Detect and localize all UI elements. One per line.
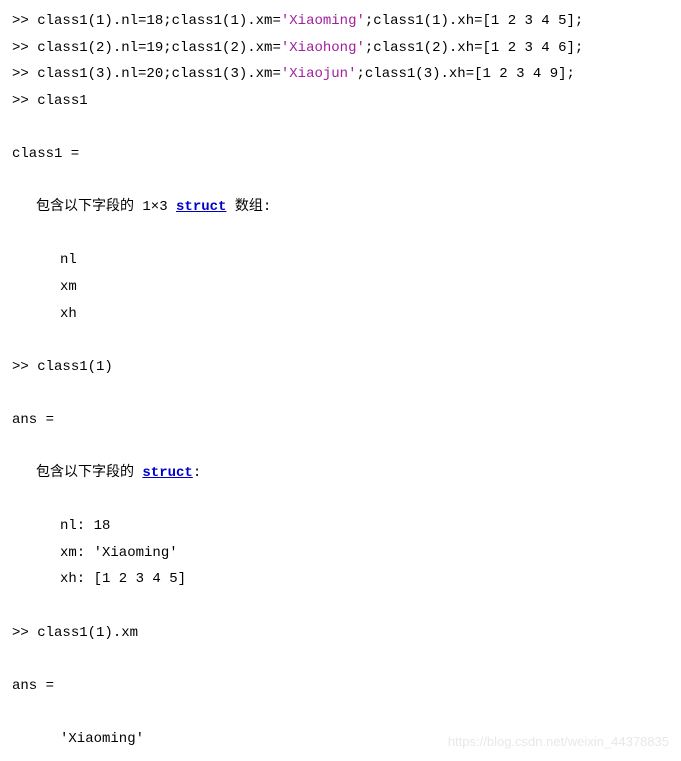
field-name: xh (12, 301, 669, 328)
code-segment: class1(2).nl=19;class1(2).xm= (37, 40, 281, 56)
blank-line (12, 221, 669, 248)
output-value: 'Xiaoming' (12, 726, 669, 753)
code-segment: class1(1).nl=18;class1(1).xm= (37, 13, 281, 29)
field-value: xh: [1 2 3 4 5] (12, 566, 669, 593)
string-literal: 'Xiaohong' (281, 40, 365, 56)
cmd-line-1: >> class1(1).nl=18;class1(1).xm='Xiaomin… (12, 8, 669, 35)
blank-line (12, 434, 669, 461)
prompt: >> (12, 40, 37, 56)
struct-link[interactable]: struct (176, 199, 226, 215)
string-literal: 'Xiaojun' (281, 66, 357, 82)
output-var: ans = (12, 407, 669, 434)
string-literal: 'Xiaoming' (281, 13, 365, 29)
cmd-line-2: >> class1(2).nl=19;class1(2).xm='Xiaohon… (12, 35, 669, 62)
code-segment: ;class1(3).xh=[1 2 3 4 9]; (356, 66, 574, 82)
blank-line (12, 593, 669, 620)
prompt: >> (12, 359, 37, 375)
blank-line (12, 114, 669, 141)
blank-line (12, 380, 669, 407)
text-segment: 包含以下字段的 (36, 465, 142, 481)
code-segment: class1(1).xm (37, 625, 138, 641)
prompt: >> (12, 93, 37, 109)
text-segment: 包含以下字段的 1×3 (36, 199, 176, 215)
blank-line (12, 168, 669, 195)
output-var: ans = (12, 673, 669, 700)
field-name: xm (12, 274, 669, 301)
cmd-line-5: >> class1(1) (12, 354, 669, 381)
struct-link[interactable]: struct (142, 465, 192, 481)
prompt: >> (12, 625, 37, 641)
text-segment: : (193, 465, 201, 481)
code-segment: class1 (37, 93, 87, 109)
code-segment: class1(3).nl=20;class1(3).xm= (37, 66, 281, 82)
output-var: class1 = (12, 141, 669, 168)
blank-line (12, 699, 669, 726)
field-name: nl (12, 247, 669, 274)
cmd-line-6: >> class1(1).xm (12, 620, 669, 647)
blank-line (12, 646, 669, 673)
cmd-line-3: >> class1(3).nl=20;class1(3).xm='Xiaojun… (12, 61, 669, 88)
prompt: >> (12, 66, 37, 82)
field-value: nl: 18 (12, 513, 669, 540)
text-segment: 数组: (226, 199, 271, 215)
blank-line (12, 487, 669, 514)
cmd-line-4: >> class1 (12, 88, 669, 115)
prompt: >> (12, 13, 37, 29)
blank-line (12, 327, 669, 354)
output-struct-desc: 包含以下字段的 1×3 struct 数组: (12, 194, 669, 221)
output-struct-desc: 包含以下字段的 struct: (12, 460, 669, 487)
field-value: xm: 'Xiaoming' (12, 540, 669, 567)
code-segment: ;class1(2).xh=[1 2 3 4 6]; (365, 40, 583, 56)
code-segment: ;class1(1).xh=[1 2 3 4 5]; (365, 13, 583, 29)
code-segment: class1(1) (37, 359, 113, 375)
